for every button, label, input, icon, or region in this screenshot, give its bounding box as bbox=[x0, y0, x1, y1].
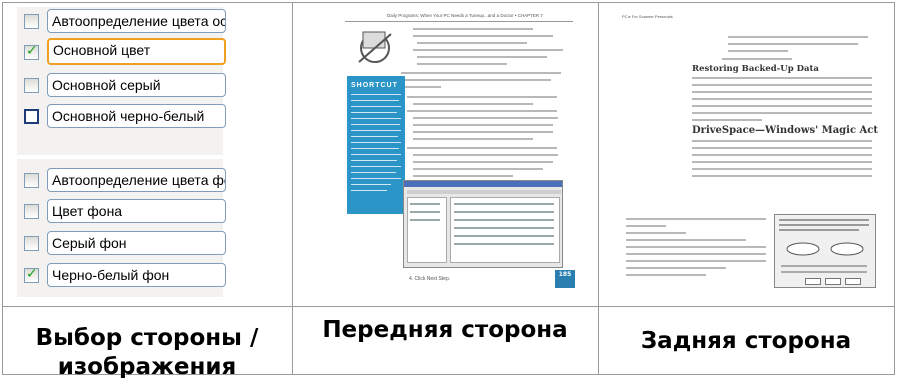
option-label: Автоопределение цвета осн bbox=[47, 9, 226, 33]
option-background-bw[interactable]: ✓ Черно-белый фон bbox=[17, 263, 227, 289]
page-number: 185 bbox=[555, 270, 575, 288]
back-page-header: PC ▸ For Scanner Personals bbox=[622, 14, 673, 19]
shortcut-sidebar: SHORTCUT bbox=[347, 76, 405, 214]
checkbox[interactable] bbox=[24, 78, 39, 93]
option-background-color[interactable]: Цвет фона bbox=[17, 199, 227, 225]
caption-side-image-selection: Выбор стороны / изображения bbox=[4, 324, 290, 378]
caption-back-side: Задняя сторона bbox=[640, 328, 852, 354]
option-label: Черно-белый фон bbox=[47, 263, 226, 287]
checkbox[interactable] bbox=[24, 204, 39, 219]
sidebar-title: SHORTCUT bbox=[351, 82, 398, 89]
column-divider bbox=[598, 3, 599, 374]
option-label: Серый фон bbox=[47, 231, 226, 255]
option-auto-color-background[interactable]: Автоопределение цвета фо bbox=[17, 168, 227, 194]
option-background-gray[interactable]: Серый фон bbox=[17, 231, 227, 257]
option-main-bw[interactable]: Основной черно-белый bbox=[17, 104, 227, 130]
option-label: Основной цвет bbox=[47, 38, 226, 65]
header-rule bbox=[345, 21, 573, 22]
checkbox[interactable] bbox=[24, 173, 39, 188]
embedded-window-screenshot bbox=[403, 180, 563, 268]
back-heading-restoring: Restoring Backed-Up Data bbox=[692, 64, 819, 74]
checkmark-icon: ✓ bbox=[26, 43, 38, 59]
caption-line-2: изображения bbox=[57, 354, 237, 378]
back-page-thumbnail: PC ▸ For Scanner Personals Restoring Bac… bbox=[610, 8, 882, 298]
option-label: Цвет фона bbox=[47, 199, 226, 223]
checkbox-checked[interactable]: ✓ bbox=[24, 43, 39, 60]
front-page-thumbnail: Daily Programs: When Your PC Needs a Tun… bbox=[305, 8, 577, 298]
option-main-color[interactable]: ✓ Основной цвет bbox=[17, 38, 227, 66]
row-divider bbox=[3, 306, 894, 307]
front-page-footer: 4. Click Next Step. bbox=[409, 276, 451, 282]
back-heading-drivespace: DriveSpace—Windows' Magic Act bbox=[692, 125, 879, 136]
checkmark-icon: ✓ bbox=[26, 266, 38, 282]
option-main-gray[interactable]: Основной серый bbox=[17, 73, 227, 99]
checkbox-checked[interactable]: ✓ bbox=[24, 266, 39, 283]
caption-line-1: Выбор стороны / bbox=[35, 325, 259, 351]
option-label: Основной черно-белый bbox=[47, 104, 226, 128]
front-page-header: Daily Programs: When Your PC Needs a Tun… bbox=[387, 13, 543, 18]
option-auto-color-main[interactable]: Автоопределение цвета осн bbox=[17, 9, 227, 35]
option-label: Основной серый bbox=[47, 73, 226, 97]
checkbox[interactable] bbox=[24, 236, 39, 251]
checkbox[interactable] bbox=[24, 14, 39, 29]
stethoscope-illustration bbox=[358, 31, 392, 63]
embedded-dialog-screenshot bbox=[774, 214, 876, 288]
checkbox[interactable] bbox=[24, 109, 39, 124]
option-label: Автоопределение цвета фо bbox=[47, 168, 226, 192]
caption-front-side: Передняя сторона bbox=[322, 317, 568, 343]
